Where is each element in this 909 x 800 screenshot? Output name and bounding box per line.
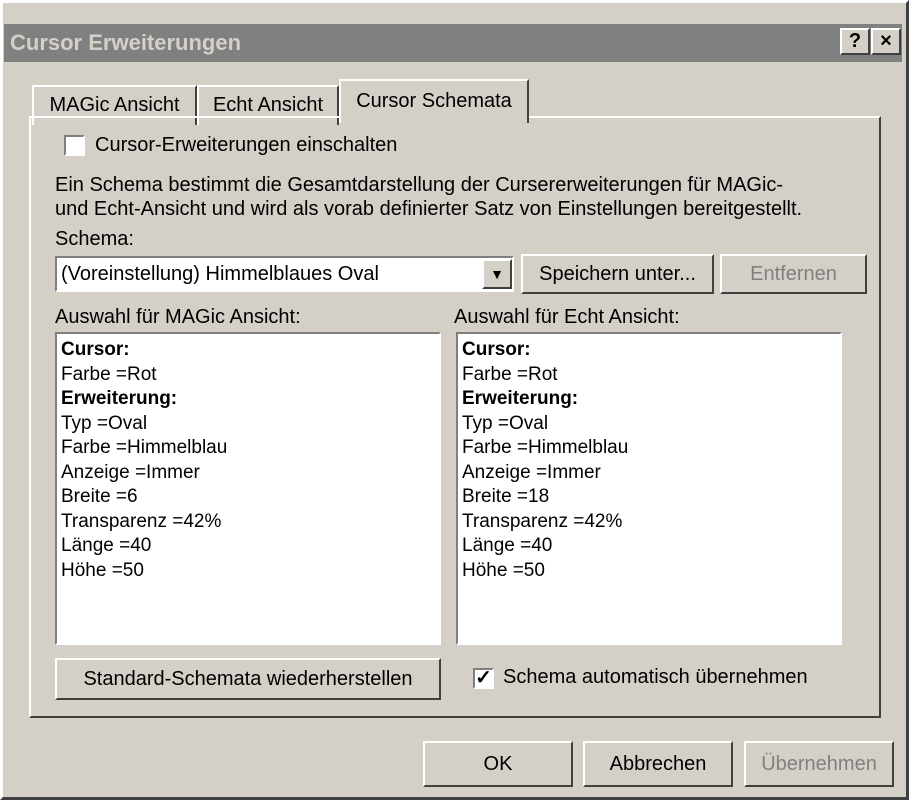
chevron-down-icon: ▼ — [490, 266, 504, 282]
list-item: Typ =Oval — [462, 412, 549, 434]
schema-dropdown[interactable]: (Voreinstellung) Himmelblaues Oval ▼ — [55, 256, 514, 292]
list-item: Breite =18 — [462, 486, 550, 507]
magic-list-label: Auswahl für MAGic Ansicht: — [55, 306, 301, 328]
schema-label: Schema: — [55, 228, 134, 250]
ok-button[interactable]: OK — [423, 741, 573, 787]
dialog-window: Cursor Erweiterungen ? × MAGic Ansicht E… — [0, 0, 909, 800]
dropdown-arrow-button[interactable]: ▼ — [482, 259, 512, 289]
echt-settings-list[interactable]: Cursor: Farbe =Rot Erweiterung: Typ =Ova… — [456, 332, 842, 645]
apply-button[interactable]: Übernehmen — [744, 741, 894, 787]
schema-selected-value: (Voreinstellung) Himmelblaues Oval — [61, 263, 379, 285]
list-item: Farbe =Rot — [61, 363, 157, 385]
list-item: Höhe =50 — [462, 559, 545, 581]
restore-default-schemes-button[interactable]: Standard-Schemata wiederherstellen — [55, 658, 441, 700]
tab-label: MAGic Ansicht — [49, 94, 180, 116]
enable-extensions-label[interactable]: Cursor-Erweiterungen einschalten — [95, 134, 397, 157]
window-title: Cursor Erweiterungen — [10, 30, 242, 55]
list-item: Höhe =50 — [61, 559, 144, 581]
tab-panel: Cursor-Erweiterungen einschalten Ein Sch… — [29, 116, 881, 718]
tab-label: Echt Ansicht — [212, 94, 324, 116]
list-item: Erweiterung: — [462, 388, 579, 409]
description-line-1: Ein Schema bestimmt die Gesamtdarstellun… — [55, 174, 784, 196]
save-as-button[interactable]: Speichern unter... — [521, 254, 714, 294]
list-item: Erweiterung: — [61, 388, 178, 409]
list-item: Typ =Oval — [61, 412, 148, 434]
tab-label: Cursor Schemata — [356, 90, 512, 112]
list-item: Anzeige =Immer — [61, 461, 200, 483]
list-item: Breite =6 — [61, 486, 138, 507]
help-button[interactable]: ? — [840, 28, 870, 55]
magic-settings-list[interactable]: Cursor: Farbe =Rot Erweiterung: Typ =Ova… — [55, 332, 441, 645]
list-item: Farbe =Himmelblau — [462, 437, 629, 458]
list-item: Transparenz =42% — [462, 510, 623, 532]
list-item: Transparenz =42% — [61, 510, 222, 532]
close-button[interactable]: × — [871, 28, 901, 55]
description-line-2: und Echt-Ansicht und wird als vorab defi… — [55, 198, 803, 220]
checkmark-icon: ✓ — [475, 667, 492, 689]
list-item: Farbe =Rot — [462, 363, 558, 385]
list-item: Cursor: — [462, 339, 531, 360]
list-item: Anzeige =Immer — [462, 461, 601, 483]
cancel-button[interactable]: Abbrechen — [583, 741, 733, 787]
tab-cursor-schemata[interactable]: Cursor Schemata — [339, 79, 529, 123]
enable-extensions-checkbox[interactable] — [64, 135, 85, 156]
close-icon: × — [880, 30, 892, 52]
auto-apply-label[interactable]: Schema automatisch übernehmen — [503, 666, 808, 689]
list-item: Länge =40 — [61, 535, 152, 556]
list-item: Farbe =Himmelblau — [61, 437, 228, 458]
list-item: Länge =40 — [462, 535, 553, 556]
echt-list-label: Auswahl für Echt Ansicht: — [454, 306, 680, 328]
remove-button[interactable]: Entfernen — [720, 254, 867, 294]
auto-apply-checkbox[interactable]: ✓ — [473, 668, 494, 689]
title-bar[interactable]: Cursor Erweiterungen — [4, 24, 902, 62]
list-item: Cursor: — [61, 339, 130, 360]
